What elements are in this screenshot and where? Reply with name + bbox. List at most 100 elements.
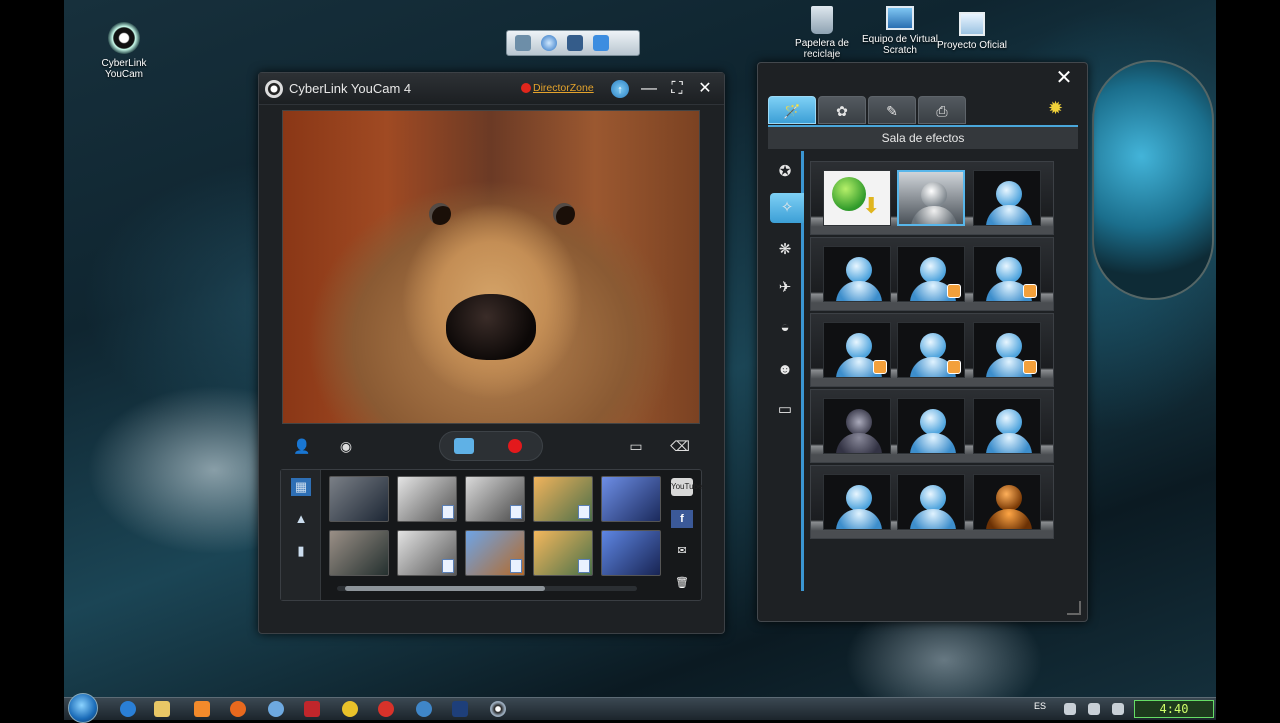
app-red-icon[interactable] bbox=[378, 701, 394, 717]
media-thumbnail[interactable] bbox=[397, 476, 457, 522]
effect-item[interactable] bbox=[973, 474, 1041, 530]
mask-icon[interactable]: ◒ bbox=[770, 313, 800, 343]
window-icon[interactable] bbox=[515, 35, 531, 51]
library-filter-bar: ▦ ▲ ▮ bbox=[281, 470, 321, 600]
tab-effects[interactable]: 🪄 bbox=[768, 96, 816, 124]
explorer-icon[interactable] bbox=[154, 701, 170, 717]
fullscreen-button[interactable]: ⛶ bbox=[667, 79, 687, 99]
frame-icon[interactable]: ▭ bbox=[770, 395, 800, 425]
desktop-icon-youcam[interactable]: CyberLink YouCam bbox=[84, 22, 164, 80]
star-face-icon[interactable]: ✪ bbox=[770, 157, 800, 187]
resize-grip[interactable] bbox=[1067, 601, 1081, 615]
minimize-button[interactable]: — bbox=[639, 79, 659, 99]
media-thumbnail[interactable] bbox=[329, 476, 389, 522]
media-thumbnail[interactable] bbox=[397, 530, 457, 576]
device-icon[interactable] bbox=[567, 35, 583, 51]
video-filter-icon[interactable]: ▮ bbox=[291, 542, 311, 560]
capture-group bbox=[439, 431, 543, 461]
silhouette-icon bbox=[920, 485, 946, 511]
tab-drawing[interactable]: ✎ bbox=[868, 96, 916, 124]
recycle-bin-icon bbox=[811, 6, 833, 34]
tray-icon[interactable] bbox=[1064, 703, 1076, 715]
bird-icon[interactable]: ✈ bbox=[770, 273, 800, 303]
silhouette-icon bbox=[920, 333, 946, 359]
director-zone-link[interactable]: DirectorZone bbox=[533, 82, 594, 94]
silhouette-icon bbox=[846, 485, 872, 511]
silhouette-icon bbox=[921, 182, 947, 208]
desktop-icon-recycle-bin[interactable]: Papelera de reciclaje bbox=[782, 6, 862, 60]
volume-icon[interactable] bbox=[1088, 703, 1100, 715]
facebook-share-button[interactable]: f bbox=[671, 510, 693, 528]
media-thumbnail[interactable] bbox=[329, 530, 389, 576]
youcam-taskbar-icon[interactable] bbox=[490, 701, 506, 717]
app-d-icon[interactable] bbox=[304, 701, 320, 717]
media-thumbnail[interactable] bbox=[465, 530, 525, 576]
youtube-share-button[interactable]: YouTube bbox=[671, 478, 702, 496]
effect-item[interactable] bbox=[973, 322, 1041, 378]
effects-window: ✕ 🪄 ✿ ✎ ⎙ ✹ Sala de efectos ✪ ✧ ❋ ✈ ◒ ☻ … bbox=[757, 62, 1088, 622]
effect-item[interactable] bbox=[897, 246, 965, 302]
browser-icon[interactable] bbox=[268, 701, 284, 717]
effect-item[interactable] bbox=[823, 246, 891, 302]
effects-shelf bbox=[810, 237, 1054, 311]
window-title: CyberLink YouCam 4 bbox=[289, 81, 412, 96]
effect-item[interactable] bbox=[823, 322, 891, 378]
start-button[interactable] bbox=[68, 693, 98, 723]
video-badge-icon bbox=[510, 505, 522, 519]
media-player-icon[interactable] bbox=[194, 701, 210, 717]
face-tracking-icon[interactable]: 👤 bbox=[290, 435, 314, 457]
close-button[interactable]: ✕ bbox=[1053, 67, 1075, 89]
particles-icon[interactable]: ❋ bbox=[770, 235, 800, 265]
youcam-title-bar[interactable]: CyberLink YouCam 4 DirectorZone ↑ — ⛶ ✕ bbox=[259, 73, 724, 105]
chrome-icon[interactable] bbox=[342, 701, 358, 717]
media-thumbnail[interactable] bbox=[465, 476, 525, 522]
tab-particles[interactable]: ✿ bbox=[818, 96, 866, 124]
ie-icon[interactable] bbox=[120, 701, 136, 717]
tab-camera[interactable]: ⎙ bbox=[918, 96, 966, 124]
trash-icon[interactable]: 🗑 bbox=[671, 574, 693, 592]
photoshop-icon[interactable] bbox=[452, 701, 468, 717]
photo-filter-icon[interactable]: ▲ bbox=[291, 510, 311, 528]
effect-item[interactable] bbox=[897, 322, 965, 378]
effect-item[interactable] bbox=[973, 246, 1041, 302]
update-icon[interactable]: ↑ bbox=[611, 80, 629, 98]
scrollbar-thumb[interactable] bbox=[345, 586, 545, 591]
media-gadget[interactable] bbox=[1092, 60, 1214, 300]
language-indicator[interactable]: ES bbox=[1034, 701, 1046, 711]
effect-item[interactable] bbox=[897, 398, 965, 454]
network-icon[interactable] bbox=[1112, 703, 1124, 715]
premium-badge-icon bbox=[947, 360, 961, 374]
email-icon[interactable]: ✉ bbox=[671, 542, 693, 560]
all-media-icon[interactable]: ▦ bbox=[291, 478, 311, 496]
record-button[interactable] bbox=[508, 439, 522, 453]
download-effect-item[interactable]: ⬇ bbox=[823, 170, 891, 226]
desktop-icon-computer[interactable]: Equipo de Virtual Scratch bbox=[860, 6, 940, 56]
computer-icon bbox=[886, 6, 914, 30]
media-thumbnail[interactable] bbox=[601, 530, 661, 576]
media-thumbnail[interactable] bbox=[533, 476, 593, 522]
effect-item-selected[interactable] bbox=[897, 170, 965, 226]
eye-icon[interactable]: ◉ bbox=[334, 435, 358, 457]
media-thumbnail[interactable] bbox=[601, 476, 661, 522]
media-thumbnail[interactable] bbox=[533, 530, 593, 576]
snapshot-button[interactable] bbox=[454, 438, 474, 454]
smiley-icon[interactable]: ☻ bbox=[770, 355, 800, 385]
add-effect-icon[interactable]: ✹ bbox=[1048, 98, 1063, 119]
effect-item[interactable] bbox=[823, 398, 891, 454]
globe-icon[interactable] bbox=[541, 35, 557, 51]
effect-item-bubbles[interactable] bbox=[973, 170, 1041, 226]
firefox-icon[interactable] bbox=[230, 701, 246, 717]
close-icon[interactable] bbox=[593, 35, 609, 51]
desktop-icon-project[interactable]: Proyecto Oficial bbox=[932, 12, 1012, 51]
app-blue-icon[interactable] bbox=[416, 701, 432, 717]
clock[interactable]: 4:40 bbox=[1134, 700, 1214, 718]
effect-item[interactable] bbox=[823, 474, 891, 530]
effect-item[interactable] bbox=[897, 474, 965, 530]
display-mode-icon[interactable]: ▭ bbox=[624, 435, 648, 457]
floating-toolbar[interactable] bbox=[506, 30, 640, 56]
close-button[interactable]: ✕ bbox=[695, 79, 715, 99]
library-scrollbar[interactable] bbox=[337, 586, 637, 591]
effect-item[interactable] bbox=[973, 398, 1041, 454]
eraser-icon[interactable]: ⌫ bbox=[668, 435, 692, 457]
magic-wand-icon[interactable]: ✧ bbox=[770, 193, 804, 223]
